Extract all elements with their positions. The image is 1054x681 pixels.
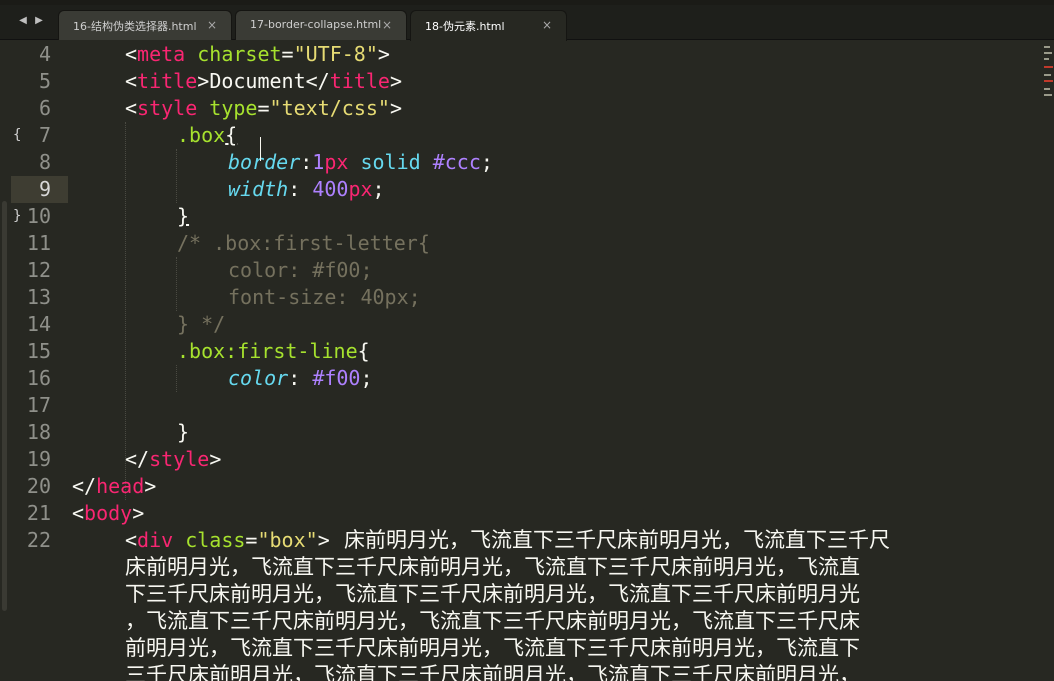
minimap-line xyxy=(1044,58,1049,60)
close-icon[interactable]: × xyxy=(207,17,217,33)
line-number-current: 9 xyxy=(38,177,51,201)
left-scrollbar[interactable] xyxy=(0,41,9,681)
tab-bar: ◀ ▶ 16-结构伪类选择器.html × 17-border-collapse… xyxy=(0,5,1054,41)
tab-scroll-left-icon[interactable]: ◀ xyxy=(16,14,30,28)
line-number: 5 xyxy=(38,69,51,93)
line-number: 13 xyxy=(26,285,51,309)
poem-text-line: ，飞流直下三千尺床前明月光，飞流直下三千尺床前明月光，飞流直下三千尺床 xyxy=(125,609,860,633)
poem-text-line: 下三千尺床前明月光，飞流直下三千尺床前明月光，飞流直下三千尺床前明月光 xyxy=(125,582,860,606)
tab-structural-pseudo-class[interactable]: 16-结构伪类选择器.html × xyxy=(58,10,232,40)
poem-text-line: 前明月光，飞流直下三千尺床前明月光，飞流直下三千尺床前明月光，飞流直下 xyxy=(125,636,860,660)
close-icon[interactable]: × xyxy=(382,17,392,33)
minimap[interactable] xyxy=(1042,41,1054,681)
minimap-line xyxy=(1044,52,1052,54)
indent-guide xyxy=(176,365,177,392)
minimap-line xyxy=(1044,46,1050,48)
poem-text-line: 床前明月光，飞流直下三千尺床前明月光，飞流直下三千尺床前明月光，飞流直 xyxy=(125,555,860,579)
code-line-12: color: #f00; xyxy=(228,258,373,282)
line-number: 22 xyxy=(26,528,51,552)
tab-label: 16-结构伪类选择器.html xyxy=(73,20,197,33)
code-line-10: } xyxy=(177,204,190,228)
code-line-16: color: #f00; xyxy=(228,366,373,390)
close-icon[interactable]: × xyxy=(542,17,552,33)
line-number: 4 xyxy=(38,42,51,66)
code-line-8: border:1px solid #ccc; xyxy=(228,150,493,174)
tab-border-collapse[interactable]: 17-border-collapse.html × xyxy=(235,10,407,40)
minimap-line xyxy=(1044,80,1053,82)
minimap-line xyxy=(1044,74,1051,76)
line-number: 12 xyxy=(26,258,51,282)
fold-close-icon[interactable]: } xyxy=(13,203,21,230)
line-number: 21 xyxy=(26,501,51,525)
code-editor[interactable]: <meta charset="UTF-8"> <title>Document</… xyxy=(72,41,1042,681)
code-line-22: <div class="box"> xyxy=(125,528,330,552)
indent-guide xyxy=(176,149,177,203)
poem-text-line: 床前明月光，飞流直下三千尺床前明月光，飞流直下三千尺 xyxy=(344,528,890,552)
minimap-line xyxy=(1044,66,1053,68)
tab-label: 17-border-collapse.html xyxy=(250,18,382,31)
line-number: 18 xyxy=(26,420,51,444)
poem-text-line: 三千尺床前明月光，飞流直下三千尺床前明月光，飞流直下三千尺床前明月光， xyxy=(125,663,860,681)
minimap-line xyxy=(1044,88,1050,90)
line-number: 15 xyxy=(26,339,51,363)
line-number: 16 xyxy=(26,366,51,390)
code-line-14: } */ xyxy=(177,312,226,336)
code-line-6: <style type="text/css"> xyxy=(125,96,402,120)
minimap-line xyxy=(1044,94,1052,96)
text-cursor xyxy=(260,137,261,161)
line-number: 14 xyxy=(26,312,51,336)
line-number: 19 xyxy=(26,447,51,471)
code-line-7: .box{ xyxy=(177,123,238,147)
line-number: 6 xyxy=(38,96,51,120)
code-line-18: } xyxy=(177,420,190,444)
indent-guide xyxy=(125,122,126,500)
code-line-20: </head> xyxy=(72,474,157,498)
line-number: 20 xyxy=(26,474,51,498)
tab-pseudo-element[interactable]: 18-伪元素.html × xyxy=(410,10,567,41)
code-line-19: </style> xyxy=(125,447,222,471)
code-line-4: <meta charset="UTF-8"> xyxy=(125,42,390,66)
line-number: 11 xyxy=(26,231,51,255)
fold-open-icon[interactable]: { xyxy=(13,122,21,149)
code-line-13: font-size: 40px; xyxy=(228,285,421,309)
code-line-15: .box:first-line{ xyxy=(177,339,370,363)
indent-guide xyxy=(176,257,177,311)
scroll-thumb[interactable] xyxy=(2,201,7,611)
line-number: 17 xyxy=(26,393,51,417)
line-number: 8 xyxy=(38,150,51,174)
code-line-5: <title>Document</title> xyxy=(125,69,402,93)
code-line-21: <body> xyxy=(72,501,145,525)
tab-label: 18-伪元素.html xyxy=(425,20,505,33)
code-line-9: width: 400px; xyxy=(228,177,385,201)
tab-scroll-right-icon[interactable]: ▶ xyxy=(32,14,46,28)
code-line-11: /* .box:first-letter{ xyxy=(177,231,430,255)
